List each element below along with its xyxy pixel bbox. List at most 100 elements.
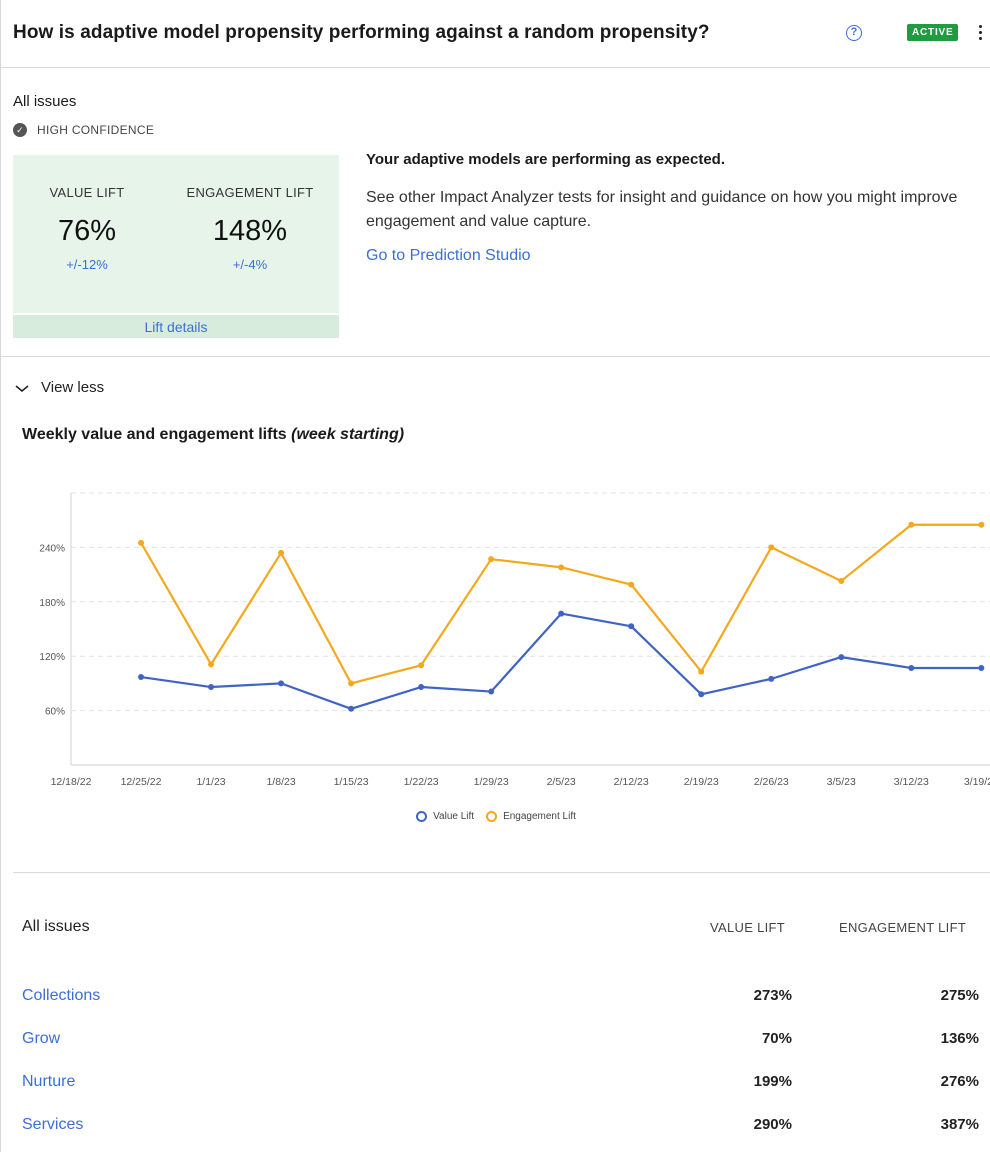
data-point xyxy=(908,664,915,671)
data-point xyxy=(838,654,845,661)
value-lift-margin: +/-12% xyxy=(66,257,108,272)
value-lift-cell: 273% xyxy=(753,987,792,1004)
table-row: Services 290% 387% xyxy=(1,1116,990,1159)
data-point xyxy=(418,684,425,691)
chevron-down-icon xyxy=(15,384,29,392)
y-tick-label: 180% xyxy=(39,598,65,609)
x-tick-label: 1/15/23 xyxy=(334,776,369,788)
value-lift-label: VALUE LIFT xyxy=(49,185,125,200)
chart-legend: Value Lift Engagement Lift xyxy=(1,811,990,825)
confidence-indicator: ✓ HIGH CONFIDENCE xyxy=(13,123,154,137)
issue-link[interactable]: Services xyxy=(22,1116,83,1134)
data-point xyxy=(628,623,635,630)
data-point xyxy=(698,691,705,698)
engagement-lift-cell: 136% xyxy=(940,1030,979,1047)
x-tick-label: 2/5/23 xyxy=(547,776,576,788)
data-point xyxy=(138,674,145,681)
x-tick-label: 3/19/23 xyxy=(964,776,990,788)
data-point xyxy=(278,549,285,556)
value-lift-cell: 199% xyxy=(753,1073,792,1090)
status-message-title: Your adaptive models are performing as e… xyxy=(366,151,726,168)
prediction-studio-link[interactable]: Go to Prediction Studio xyxy=(366,247,531,265)
status-message-body: See other Impact Analyzer tests for insi… xyxy=(366,189,958,230)
column-header-value-lift: VALUE LIFT xyxy=(710,920,786,935)
issue-link[interactable]: Nurture xyxy=(22,1073,75,1091)
engagement-lift-number: 148% xyxy=(212,215,288,247)
data-point xyxy=(768,675,775,682)
y-tick-label: 240% xyxy=(39,543,65,554)
x-tick-label: 2/26/23 xyxy=(754,776,789,788)
status-badge: ACTIVE xyxy=(907,24,959,41)
x-tick-label: 12/18/22 xyxy=(51,776,92,788)
issue-link[interactable]: Grow xyxy=(22,1030,60,1048)
chart-title-emphasis: (week starting) xyxy=(291,426,405,443)
legend-marker-icon xyxy=(416,811,428,822)
data-point xyxy=(698,668,705,675)
chart-title-main: Weekly value and engagement lifts xyxy=(22,426,292,443)
engagement-lift-margin: +/-4% xyxy=(232,257,268,272)
series-line xyxy=(140,612,982,710)
check-circle-icon: ✓ xyxy=(13,123,27,137)
data-point xyxy=(908,521,915,528)
data-point xyxy=(208,684,215,691)
view-less-toggle[interactable]: View less xyxy=(15,379,104,396)
data-point xyxy=(768,544,775,551)
data-point xyxy=(558,564,565,571)
engagement-lift-metric: ENGAGEMENT LIFT 148% +/-4% xyxy=(161,185,339,272)
data-point xyxy=(348,680,355,687)
legend-label: Value Lift xyxy=(433,811,475,822)
engagement-lift-cell: 276% xyxy=(940,1073,979,1090)
data-point xyxy=(488,556,495,563)
divider xyxy=(13,872,990,873)
x-tick-label: 1/1/23 xyxy=(196,776,225,788)
data-point xyxy=(488,688,495,695)
data-point xyxy=(138,539,145,546)
table-row: Grow 70% 136% xyxy=(1,1030,990,1073)
table-title: All issues xyxy=(22,918,90,935)
insight-card: How is adaptive model propensity perform… xyxy=(0,0,990,1152)
legend-label: Engagement Lift xyxy=(503,811,576,822)
lift-line-chart: 60% 120% 180% 240% 12/18/22 12/25/22 1/1/23 1/8… xyxy=(39,492,990,788)
x-tick-label: 12/25/22 xyxy=(121,776,162,788)
question-circle-icon[interactable]: ? xyxy=(846,25,862,41)
page-title: How is adaptive model propensity perform… xyxy=(13,22,710,43)
lift-details-link[interactable]: Lift details xyxy=(13,313,339,338)
data-point xyxy=(558,610,565,617)
x-tick-label: 2/19/23 xyxy=(684,776,719,788)
kebab-icon[interactable] xyxy=(975,22,985,42)
x-tick-label: 1/29/23 xyxy=(474,776,509,788)
data-point xyxy=(628,581,635,588)
view-less-label: View less xyxy=(41,379,105,396)
table-row: Collections 273% 275% xyxy=(1,987,990,1030)
card-header: How is adaptive model propensity perform… xyxy=(1,0,990,68)
data-point xyxy=(208,661,215,668)
data-point xyxy=(278,680,285,687)
engagement-lift-label: ENGAGEMENT LIFT xyxy=(186,185,314,200)
data-point xyxy=(418,662,425,669)
value-lift-cell: 70% xyxy=(761,1030,792,1047)
confidence-label: HIGH CONFIDENCE xyxy=(37,123,155,137)
engagement-lift-cell: 275% xyxy=(940,987,979,1004)
engagement-lift-cell: 387% xyxy=(940,1116,979,1133)
lift-summary-box: VALUE LIFT 76% +/-12% ENGAGEMENT LIFT 14… xyxy=(13,155,339,338)
table-row: Nurture 199% 276% xyxy=(1,1073,990,1116)
value-lift-cell: 290% xyxy=(753,1116,792,1133)
legend-item[interactable]: Engagement Lift xyxy=(486,811,576,822)
divider xyxy=(1,356,990,357)
x-tick-label: 2/12/23 xyxy=(614,776,649,788)
legend-item[interactable]: Value Lift xyxy=(416,811,474,822)
issue-link[interactable]: Collections xyxy=(22,987,100,1005)
data-point xyxy=(978,521,985,528)
x-tick-label: 3/12/23 xyxy=(894,776,929,788)
scope-label: All issues xyxy=(13,93,77,110)
data-point xyxy=(978,664,985,671)
y-tick-label: 60% xyxy=(45,707,65,718)
column-header-engagement-lift: ENGAGEMENT LIFT xyxy=(839,920,967,935)
value-lift-number: 76% xyxy=(57,215,117,247)
value-lift-metric: VALUE LIFT 76% +/-12% xyxy=(13,185,161,272)
x-tick-label: 1/22/23 xyxy=(404,776,439,788)
x-tick-label: 3/5/23 xyxy=(827,776,856,788)
chart-title: Weekly value and engagement lifts (week … xyxy=(22,426,404,444)
data-point xyxy=(838,577,845,584)
legend-marker-icon xyxy=(486,811,498,822)
